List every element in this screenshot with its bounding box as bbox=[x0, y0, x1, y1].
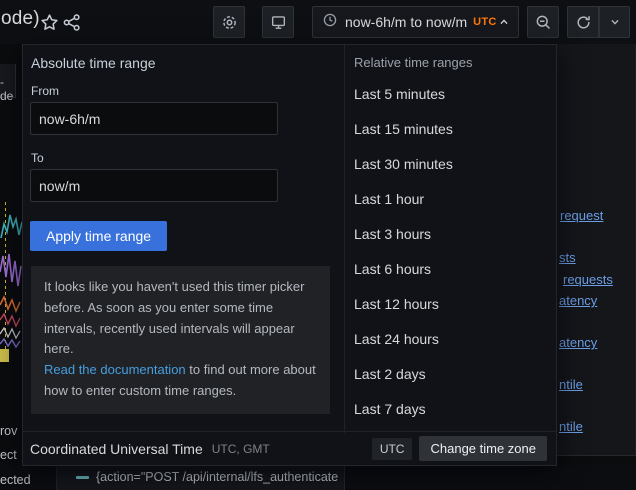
dashboard-title-partial: ode) bbox=[1, 8, 40, 30]
background-bottom-strip: ected {action="POST /api/internal/lfs_au… bbox=[0, 466, 636, 490]
change-time-zone-button[interactable]: Change time zone bbox=[419, 436, 547, 461]
chart-fragment bbox=[0, 198, 22, 371]
relative-range-option[interactable]: Last 2 days bbox=[345, 357, 557, 392]
favorite-star-icon[interactable] bbox=[40, 13, 59, 32]
background-row-label: ected bbox=[0, 473, 31, 487]
time-zone-name: Coordinated Universal Time bbox=[30, 441, 203, 457]
legend-link[interactable]: atency bbox=[559, 293, 597, 308]
dashboard-topbar: ode) bbox=[0, 0, 636, 44]
chevron-down-icon bbox=[608, 15, 622, 29]
relative-range-option[interactable]: Last 7 days bbox=[345, 392, 557, 427]
apply-time-range-button[interactable]: Apply time range bbox=[30, 221, 167, 251]
background-row-label: rov bbox=[0, 424, 17, 438]
series-label: {action="POST /api/internal/lfs_authenti… bbox=[96, 470, 338, 484]
legend-link[interactable]: ntile bbox=[559, 419, 583, 434]
to-label: To bbox=[31, 151, 44, 165]
refresh-interval-dropdown-button[interactable] bbox=[599, 6, 630, 38]
clock-icon bbox=[322, 12, 338, 33]
read-documentation-link[interactable]: Read the documentation bbox=[44, 362, 186, 377]
relative-ranges-heading: Relative time ranges bbox=[354, 55, 473, 70]
time-zone-label: UTC bbox=[473, 16, 497, 28]
time-zone-badge: UTC bbox=[372, 438, 413, 460]
from-input[interactable] bbox=[30, 102, 278, 135]
relative-range-option[interactable]: Last 6 hours bbox=[345, 252, 557, 287]
time-range-picker-button[interactable]: now-6h/m to now/m UTC bbox=[312, 6, 519, 38]
refresh-icon bbox=[575, 14, 592, 31]
absolute-range-heading: Absolute time range bbox=[31, 55, 156, 71]
zoom-out-icon bbox=[535, 14, 552, 31]
chevron-up-icon bbox=[497, 15, 511, 29]
time-picker-dropdown: Absolute time range From To Apply time r… bbox=[22, 44, 557, 466]
time-range-label: now-6h/m to now/m bbox=[345, 14, 467, 30]
gear-icon bbox=[221, 14, 238, 31]
legend-link[interactable]: atency bbox=[559, 335, 597, 350]
series-dash-icon bbox=[76, 476, 89, 479]
relative-range-option[interactable]: Last 24 hours bbox=[345, 322, 557, 357]
dashboard-settings-button[interactable] bbox=[213, 6, 245, 38]
monitor-icon bbox=[270, 14, 287, 31]
legend-link[interactable]: sts bbox=[559, 250, 576, 265]
relative-ranges-column: Relative time ranges Last 5 minutes Last… bbox=[344, 45, 557, 433]
tv-mode-button[interactable] bbox=[262, 6, 294, 38]
background-row-label: ect bbox=[0, 448, 17, 462]
background-variable-fragment: -de bbox=[0, 64, 16, 98]
info-text: It looks like you haven't used this time… bbox=[44, 277, 317, 360]
to-input[interactable] bbox=[30, 169, 278, 202]
recent-ranges-info-box: It looks like you haven't used this time… bbox=[31, 266, 330, 414]
relative-range-option[interactable]: Last 15 minutes bbox=[345, 112, 557, 147]
legend-link[interactable]: ntile bbox=[559, 377, 583, 392]
screen: ode) bbox=[0, 0, 636, 490]
relative-range-option[interactable]: Last 12 hours bbox=[345, 287, 557, 322]
time-zone-detail: UTC, GMT bbox=[212, 442, 270, 456]
from-label: From bbox=[31, 84, 59, 98]
background-legend-row[interactable]: {action="POST /api/internal/lfs_authenti… bbox=[56, 466, 345, 490]
relative-range-option[interactable]: Last 1 hour bbox=[345, 182, 557, 217]
refresh-button[interactable] bbox=[567, 6, 599, 38]
legend-link[interactable]: requests bbox=[563, 272, 613, 287]
relative-range-option[interactable]: Last 30 minutes bbox=[345, 147, 557, 182]
relative-range-option[interactable]: Last 5 minutes bbox=[345, 77, 557, 112]
zoom-out-button[interactable] bbox=[527, 6, 559, 38]
relative-ranges-list: Last 5 minutes Last 15 minutes Last 30 m… bbox=[345, 77, 557, 427]
time-zone-footer: Coordinated Universal Time UTC, GMT UTC … bbox=[23, 431, 556, 465]
background-legend-panel-right: request sts requests atency atency ntile… bbox=[557, 44, 636, 456]
share-icon[interactable] bbox=[62, 13, 81, 32]
relative-range-option[interactable]: Last 3 hours bbox=[345, 217, 557, 252]
legend-link[interactable]: request bbox=[560, 208, 603, 223]
